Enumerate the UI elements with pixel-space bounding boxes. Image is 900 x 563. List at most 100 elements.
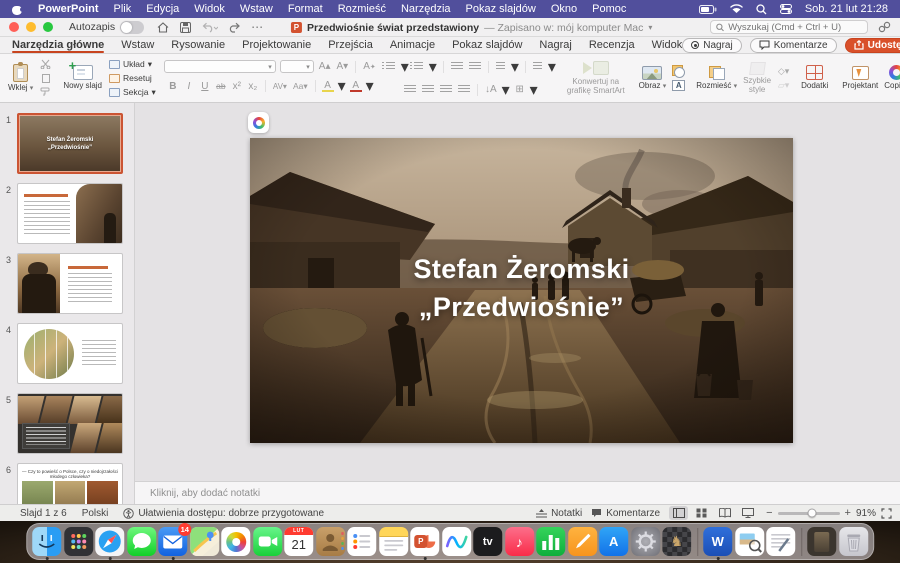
dock-powerpoint-icon[interactable]: P (410, 527, 439, 556)
zoom-window-button[interactable] (43, 22, 53, 32)
dock-calendar-icon[interactable]: LUT 21 (284, 527, 313, 556)
convert-smartart-button[interactable]: Konwertuj nagrafikę SmartArt (564, 59, 628, 97)
slide-sorter-view-button[interactable] (692, 506, 711, 520)
search-field[interactable] (710, 20, 868, 34)
dock-textedit-icon[interactable] (766, 527, 795, 556)
dock-app-store-icon[interactable]: A (599, 527, 628, 556)
decrease-font-icon[interactable]: A▾ (336, 61, 350, 73)
decrease-indent-icon[interactable] (450, 61, 464, 73)
dock-preview-icon[interactable] (735, 527, 764, 556)
menu-edycja[interactable]: Edycja (146, 3, 179, 15)
align-left-icon[interactable] (403, 84, 417, 96)
shapes-icon[interactable] (672, 66, 685, 77)
thumbnail-slide-1[interactable]: 1 Stefan Żeromski „Przedwiośnie” (0, 113, 134, 174)
strikethrough-icon[interactable]: ab (215, 80, 227, 92)
zoom-percentage[interactable]: 91% (856, 508, 876, 519)
zoom-slider-knob[interactable] (808, 509, 817, 518)
dock-documents-stack-icon[interactable] (807, 527, 836, 556)
tab-pokaz-slajdow[interactable]: Pokaz slajdów (452, 37, 522, 53)
tab-rysowanie[interactable]: Rysowanie (171, 37, 225, 53)
dock-facetime-icon[interactable] (253, 527, 282, 556)
menu-format[interactable]: Format (288, 3, 323, 15)
menu-wstaw[interactable]: Wstaw (240, 3, 273, 15)
format-painter-icon[interactable] (39, 87, 52, 98)
quick-styles-button[interactable]: Szybkiestyle (740, 61, 774, 96)
dock-music-icon[interactable]: ♪ (505, 527, 534, 556)
menu-widok[interactable]: Widok (194, 3, 225, 15)
thumbnail-slide-5[interactable]: 5 (0, 393, 134, 454)
comments-button[interactable]: Komentarze (750, 38, 837, 53)
menu-app-name[interactable]: PowerPoint (38, 3, 99, 15)
tab-narzedzia-glowne[interactable]: Narzędzia główne (12, 37, 104, 53)
paste-button[interactable]: Wklej ▾ (5, 63, 36, 94)
align-text-vertical-icon[interactable]: ⊞ (514, 84, 526, 96)
wifi-icon[interactable] (730, 4, 743, 14)
layout-button[interactable]: Układ▾ (109, 58, 156, 71)
italic-icon[interactable]: I (183, 80, 195, 92)
dock-chess-icon[interactable]: ♞ (662, 527, 691, 556)
tab-przejscia[interactable]: Przejścia (328, 37, 373, 53)
reset-button[interactable]: Resetuj (109, 72, 156, 85)
comments-toggle[interactable]: Komentarze (591, 508, 660, 519)
align-center-icon[interactable] (421, 84, 435, 96)
tab-wstaw[interactable]: Wstaw (121, 37, 154, 53)
menubar-clock[interactable]: Sob. 21 lut 21:28 (805, 3, 888, 15)
notes-pane[interactable]: Kliknij, aby dodać notatki (135, 481, 900, 504)
font-size-dropdown[interactable]: ▾ (280, 60, 314, 73)
dock-trash-icon[interactable] (839, 527, 868, 556)
battery-icon[interactable] (699, 5, 717, 14)
share-button[interactable]: Udostępnij ▾ (845, 38, 900, 53)
dock-launchpad-icon[interactable] (64, 527, 93, 556)
normal-view-button[interactable] (669, 506, 688, 520)
character-spacing-icon[interactable]: AV▾ (272, 80, 288, 92)
zoom-in-button[interactable]: + (845, 507, 851, 519)
undo-button[interactable] (202, 22, 218, 33)
thumbnail-slide-3[interactable]: 3 (0, 253, 134, 314)
dock-apple-tv-icon[interactable]: tv (473, 527, 502, 556)
thumbnail-slide-2[interactable]: 2 (0, 183, 134, 244)
change-case-icon[interactable]: Aa▾ (292, 80, 309, 92)
search-input[interactable] (728, 22, 862, 33)
canvas-copilot-button[interactable] (248, 112, 269, 133)
menu-pokaz-slajdow[interactable]: Pokaz slajdów (466, 3, 536, 15)
dock-mail-icon[interactable]: 14 (158, 527, 187, 556)
dock-finder-icon[interactable] (32, 527, 61, 556)
close-window-button[interactable] (9, 22, 19, 32)
share-link-icon[interactable] (878, 21, 891, 33)
text-box-icon[interactable]: A (672, 80, 685, 91)
slide-canvas[interactable]: Stefan Żeromski „Przedwiośnie” (250, 138, 793, 443)
menu-okno[interactable]: Okno (551, 3, 577, 15)
subscript-icon[interactable]: x₂ (247, 80, 259, 92)
text-direction-icon[interactable]: ↓A (484, 84, 498, 96)
menu-pomoc[interactable]: Pomoc (592, 3, 626, 15)
dock-system-settings-icon[interactable] (631, 527, 660, 556)
tab-widok[interactable]: Widok (652, 37, 683, 53)
slideshow-view-button[interactable] (738, 506, 757, 520)
document-title-area[interactable]: P Przedwiośnie świat przedstawiony — Zap… (291, 18, 652, 37)
zoom-out-button[interactable]: − (766, 507, 772, 519)
addins-button[interactable]: Dodatki (798, 64, 831, 92)
superscript-icon[interactable]: x² (231, 80, 243, 92)
bullets-icon[interactable] (385, 61, 397, 73)
columns-icon[interactable] (532, 61, 544, 73)
autosave-toggle[interactable] (120, 21, 144, 34)
language-indicator[interactable]: Polski (82, 508, 109, 519)
tab-animacje[interactable]: Animacje (390, 37, 435, 53)
increase-indent-icon[interactable] (468, 61, 482, 73)
copy-icon[interactable] (39, 73, 52, 84)
dock-reminders-icon[interactable] (347, 527, 376, 556)
dock-freeform-icon[interactable] (442, 527, 471, 556)
clear-formatting-icon[interactable]: A✦ (362, 61, 377, 73)
font-color-icon[interactable]: A (350, 81, 362, 92)
menu-narzedzia[interactable]: Narzędzia (401, 3, 451, 15)
shape-outline-icon[interactable]: ▱▾ (777, 80, 790, 91)
dock-notes-icon[interactable] (379, 527, 408, 556)
section-button[interactable]: Sekcja▾ (109, 86, 156, 99)
menu-plik[interactable]: Plik (114, 3, 132, 15)
dock-pages-icon[interactable] (568, 527, 597, 556)
justify-icon[interactable] (457, 84, 471, 96)
increase-font-icon[interactable]: A▴ (318, 61, 332, 73)
notes-toggle[interactable]: Notatki (536, 508, 582, 519)
picture-button[interactable]: Obraz ▾ (636, 65, 670, 92)
thumbnail-slide-4[interactable]: 4 (0, 323, 134, 384)
